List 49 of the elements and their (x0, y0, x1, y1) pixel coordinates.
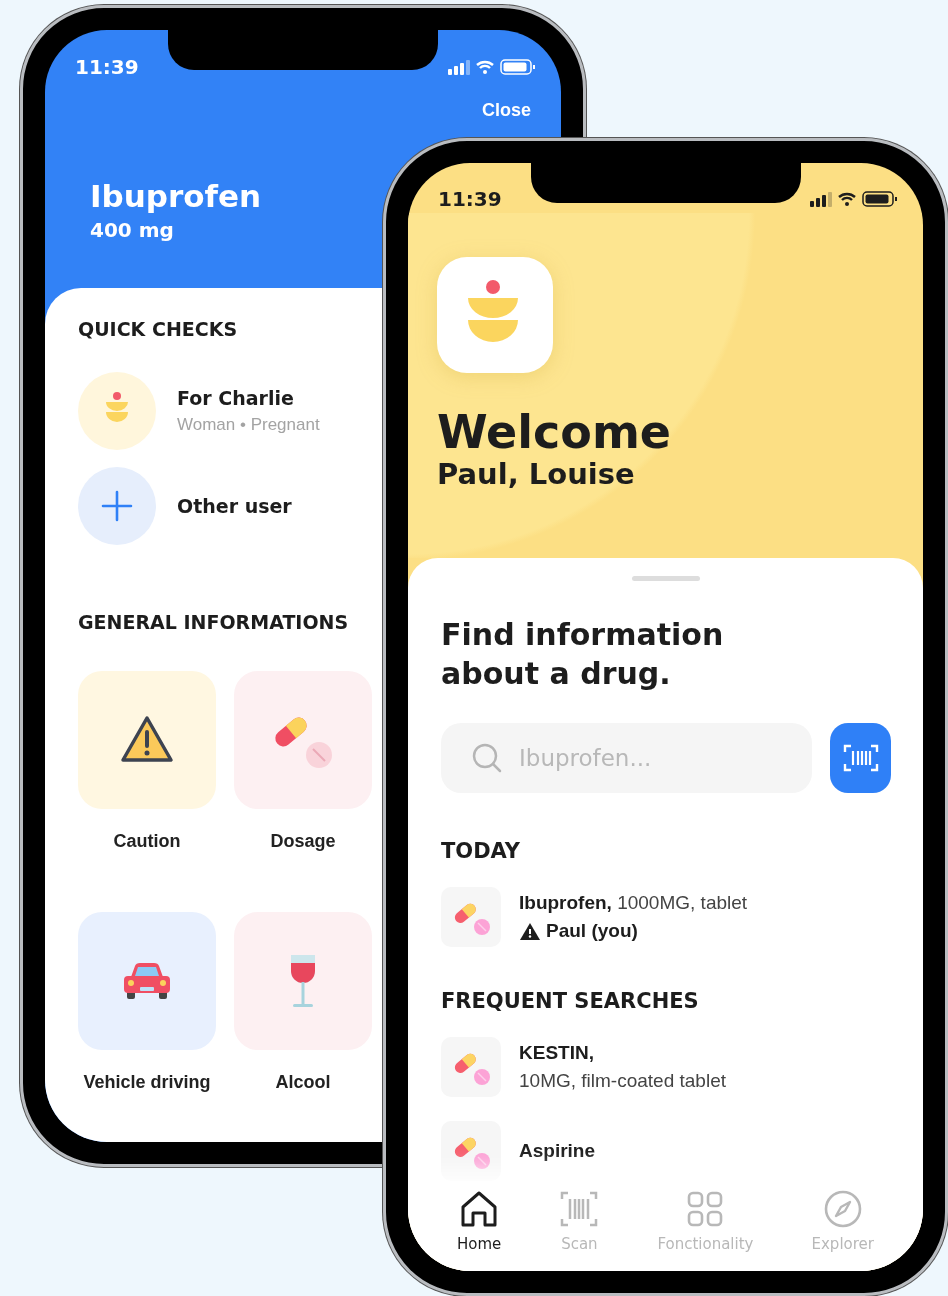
signal-icon (810, 190, 832, 207)
home-icon (459, 1189, 500, 1229)
tab[interactable]: Home (457, 1189, 502, 1253)
welcome-title: Welcome (437, 406, 673, 458)
user-name[interactable]: Other user (177, 495, 292, 517)
wifi-icon (476, 60, 494, 74)
car-icon (121, 961, 173, 1001)
tile-label: Vehicle driving (83, 1072, 211, 1093)
category-tile[interactable] (78, 671, 216, 809)
drug-details: 10MG, film-coated tablet (519, 1070, 726, 1092)
search-field[interactable]: Ibuprofen... (441, 723, 812, 793)
pill-icon (441, 1037, 501, 1097)
user-details: Woman • Pregnant (177, 415, 320, 435)
signal-icon (448, 59, 470, 75)
wine-glass-icon (288, 953, 318, 1009)
warning-user: Paul (you) (546, 920, 638, 942)
battery-icon (500, 59, 535, 75)
warning-icon (519, 921, 541, 941)
category-tile[interactable] (234, 912, 372, 1050)
close-link[interactable]: Close (481, 100, 531, 121)
drug-name[interactable]: Aspirine (519, 1140, 596, 1162)
scan-button[interactable] (830, 723, 891, 793)
search-icon (471, 742, 503, 774)
status-time: 11:39 (75, 55, 139, 79)
category-tile[interactable] (234, 671, 372, 809)
section-title: FREQUENT SEARCHES (441, 989, 700, 1013)
wifi-icon (838, 191, 856, 206)
status-time: 11:39 (438, 186, 502, 211)
tile-label: Caution (113, 831, 181, 852)
tile-label: Alcool (275, 1072, 331, 1093)
compass-icon (822, 1189, 863, 1229)
barcode-icon (559, 1189, 600, 1229)
category-tile[interactable] (78, 912, 216, 1050)
user-name[interactable]: For Charlie (177, 387, 320, 409)
page-heading: Find information about a drug. (441, 616, 725, 693)
battery-icon (862, 190, 897, 207)
pill-icon (441, 887, 501, 947)
user-names: Paul, Louise (437, 457, 636, 492)
drug-name: Ibuprofen (90, 178, 262, 214)
app-logo-icon (437, 256, 553, 373)
drug-name[interactable]: KESTIN, (519, 1042, 726, 1064)
section-title: GENERAL INFORMATIONS (78, 611, 350, 633)
drug-dose: 400 mg (90, 218, 174, 242)
drug-description[interactable]: Ibuprofen, 1000MG, tablet (519, 892, 748, 914)
barcode-icon (842, 744, 879, 772)
tile-label: Dosage (270, 831, 336, 852)
section-title: QUICK CHECKS (78, 318, 239, 340)
warning-icon (120, 715, 174, 765)
section-title: TODAY (441, 839, 522, 863)
